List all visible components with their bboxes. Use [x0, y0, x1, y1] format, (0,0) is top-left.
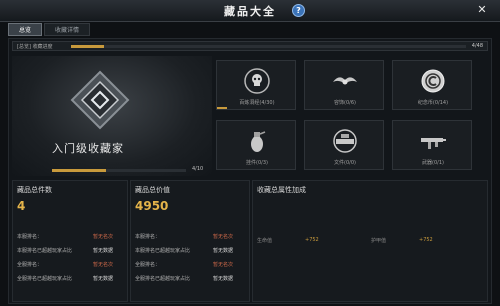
tab-bar: 总览 收藏详情 — [8, 23, 91, 36]
category-card-3[interactable]: 挂件(0/3) — [216, 120, 296, 170]
wings-emblem-icon — [333, 77, 357, 85]
total-count-header: 藏品总件数 — [17, 186, 52, 194]
collector-progress-count: 4/10 — [192, 166, 204, 172]
stat-row-label: 本服排名已超越玩家占比 — [17, 248, 73, 254]
stat-row-value: 暂无名次 — [213, 262, 234, 268]
category-label: 纪念币(0/14) — [417, 100, 449, 106]
overall-progress-label: [总览] 收藏进度 — [17, 44, 53, 50]
attribute-name: 生命值 — [257, 238, 273, 244]
category-card-0[interactable]: 百炼洞经(4/30) — [216, 60, 296, 110]
stat-row-label: 全服排名： — [17, 262, 43, 268]
category-label: 百炼洞经(4/30) — [239, 100, 275, 106]
rifle-icon — [421, 138, 446, 149]
attribute-bonus-title: 收藏总属性加成 — [257, 186, 306, 194]
title-bar: 藏品大全 ? ✕ — [0, 0, 500, 22]
window-title: 藏品大全 — [224, 5, 276, 18]
total-value-value: 4950 — [135, 199, 169, 213]
total-value-header: 藏品总价值 — [135, 186, 170, 194]
category-label: 挂件(0/3) — [246, 160, 268, 166]
stat-row-value: 暂无名次 — [213, 234, 234, 240]
total-count-box: 藏品总件数 4 本服排名： 暂无名次 本服排名已超越玩家占比 暂无数据 全服排名… — [12, 180, 128, 302]
stat-row-value: 暂无名次 — [93, 262, 114, 268]
collector-rank-emblem-icon — [70, 70, 130, 130]
close-button[interactable]: ✕ — [474, 2, 490, 18]
coin-icon — [421, 69, 445, 93]
category-card-4[interactable]: 文件(0/0) — [304, 120, 384, 170]
category-card-1[interactable]: 容饰(0/6) — [304, 60, 384, 110]
collector-progress-fill — [52, 169, 106, 172]
attribute-value: +752 — [419, 237, 433, 243]
document-emblem-icon — [333, 129, 357, 153]
stat-row-label: 全服排名已超越玩家占比 — [17, 276, 73, 282]
attribute-bonus-box: 收藏总属性加成 生命值 +752 护甲值 +752 — [252, 180, 488, 302]
stat-row-value: 暂无名次 — [93, 234, 114, 240]
stat-row-value: 暂无数据 — [93, 276, 114, 282]
total-value-box: 藏品总价值 4950 本服排名： 暂无名次 本服排名已超越玩家占比 暂无数据 全… — [130, 180, 250, 302]
category-progress-fill — [217, 107, 228, 109]
category-label: 文件(0/0) — [334, 160, 356, 166]
stat-row-label: 全服排名： — [135, 262, 161, 268]
skull-badge-icon — [244, 68, 270, 94]
stat-row-label: 全服排名已超越玩家占比 — [135, 276, 191, 282]
help-button[interactable]: ? — [292, 4, 305, 17]
stat-row-value: 暂无数据 — [213, 276, 234, 282]
overall-progress-count: 4/48 — [471, 43, 483, 49]
collector-level-card: 入门级收藏家 4/10 — [12, 56, 212, 176]
category-label: 容饰(0/6) — [334, 100, 356, 106]
stat-row-value: 暂无数据 — [93, 248, 114, 254]
category-label: 武器(0/1) — [422, 160, 444, 166]
total-count-value: 4 — [17, 199, 26, 213]
overall-progress: [总览] 收藏进度 4/48 — [12, 41, 488, 51]
tab-overview[interactable]: 总览 — [8, 23, 43, 36]
stat-row-label: 本服排名： — [135, 234, 161, 240]
overall-progress-fill — [71, 45, 104, 48]
stat-row-label: 本服排名已超越玩家占比 — [135, 248, 191, 254]
stat-row-label: 本服排名： — [17, 234, 43, 240]
stat-row-value: 暂无数据 — [213, 248, 234, 254]
category-card-2[interactable]: 纪念币(0/14) — [392, 60, 472, 110]
collector-progress-track — [52, 169, 186, 172]
attribute-value: +752 — [305, 237, 319, 243]
category-card-5[interactable]: 武器(0/1) — [392, 120, 472, 170]
grenade-icon — [251, 131, 266, 152]
attribute-name: 护甲值 — [371, 238, 387, 244]
overall-progress-track — [71, 45, 466, 48]
collector-level-title: 入门级收藏家 — [52, 142, 124, 155]
tab-collection-details[interactable]: 收藏详情 — [44, 23, 91, 36]
